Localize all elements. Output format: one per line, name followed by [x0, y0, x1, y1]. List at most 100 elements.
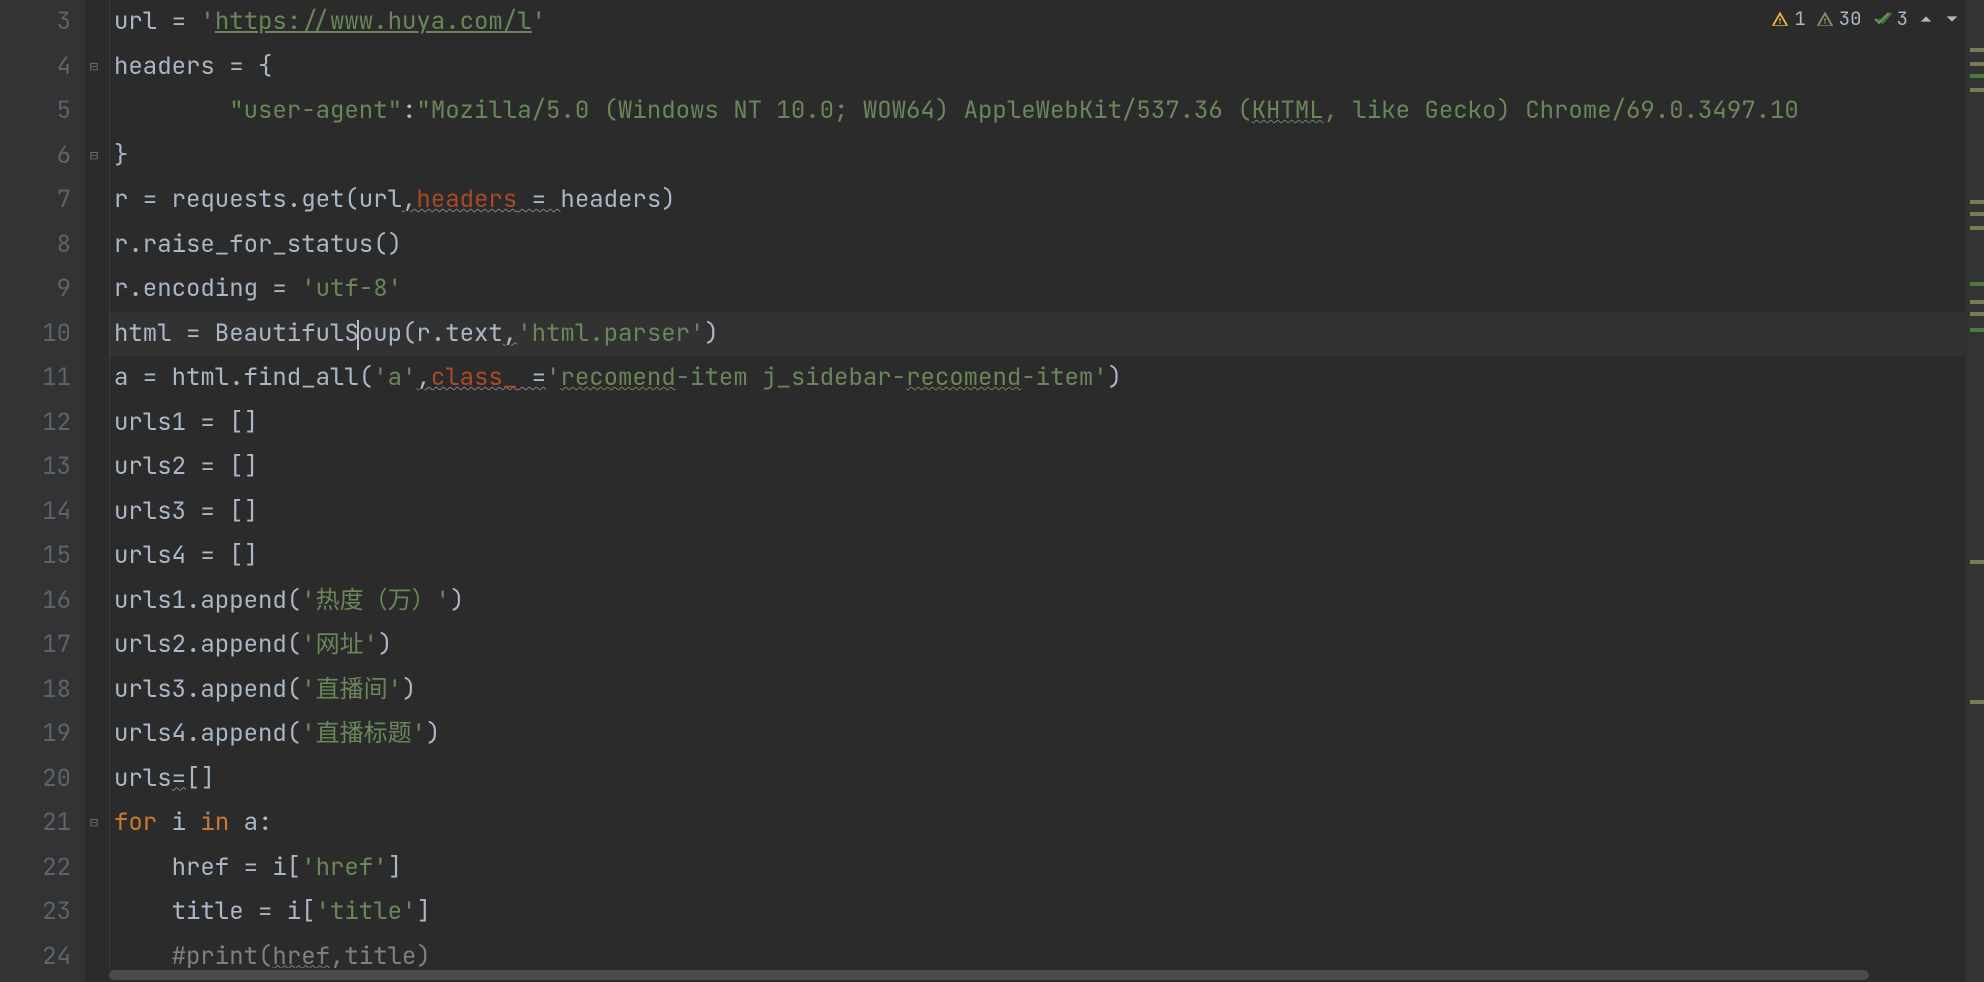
code-token: https://www.huya.com/l	[215, 6, 532, 37]
code-editor[interactable]: 3456789101112131415161718192021222324 ⊟⊟…	[0, 0, 1984, 982]
code-token	[114, 941, 172, 972]
code-token: html = BeautifulSoup(r.text	[114, 318, 503, 349]
line-number[interactable]: 12	[0, 401, 71, 446]
inspection-mark[interactable]	[1970, 282, 1984, 286]
line-number[interactable]: 22	[0, 846, 71, 891]
fold-toggle-icon[interactable]: ⊟	[87, 60, 101, 74]
line-number[interactable]: 5	[0, 89, 71, 134]
line-number[interactable]: 15	[0, 534, 71, 579]
code-token: urls4.append(	[114, 718, 301, 749]
code-line[interactable]: urls4 = []	[110, 534, 1984, 579]
code-token: ,	[503, 318, 517, 349]
line-number[interactable]: 10	[0, 312, 71, 357]
line-number[interactable]: 4	[0, 45, 71, 90]
code-token: "Mozilla/5.0 (Windows NT 10.0; WOW64) Ap…	[416, 95, 1251, 126]
code-line[interactable]: urls=[]	[110, 757, 1984, 802]
code-line[interactable]: "user-agent":"Mozilla/5.0 (Windows NT 10…	[110, 89, 1984, 134]
inspection-mark[interactable]	[1970, 560, 1984, 564]
line-number[interactable]: 13	[0, 445, 71, 490]
code-token: recomend	[560, 362, 675, 393]
code-line[interactable]: urls2.append('网址')	[110, 623, 1984, 668]
code-token: (	[359, 362, 373, 393]
inspection-warning-strong[interactable]: 1	[1771, 0, 1805, 41]
code-token: )	[426, 718, 440, 749]
code-line[interactable]: r.raise_for_status()	[110, 223, 1984, 268]
inspection-typo[interactable]: 3	[1872, 0, 1908, 41]
inspection-mark[interactable]	[1970, 48, 1984, 52]
line-number[interactable]: 20	[0, 757, 71, 802]
fold-toggle-icon[interactable]: ⊟	[87, 149, 101, 163]
inspection-warning-weak[interactable]: 30	[1816, 0, 1862, 41]
code-line[interactable]: urls1.append('热度（万）')	[110, 579, 1984, 624]
code-line[interactable]: }	[110, 134, 1984, 179]
code-line[interactable]: for i in a:	[110, 801, 1984, 846]
code-token: '直播间'	[301, 674, 402, 705]
line-number[interactable]: 7	[0, 178, 71, 223]
inspection-prev[interactable]	[1918, 11, 1934, 27]
code-token: '	[200, 6, 214, 37]
code-line[interactable]: urls3.append('直播间')	[110, 668, 1984, 713]
code-token: )	[378, 629, 392, 660]
line-number[interactable]: 3	[0, 0, 71, 45]
inspection-stripe[interactable]	[1966, 0, 1984, 982]
line-number[interactable]: 14	[0, 490, 71, 535]
code-token: )	[402, 674, 416, 705]
code-token: []	[186, 763, 215, 794]
inspection-next[interactable]	[1944, 11, 1960, 27]
code-line[interactable]: urls2 = []	[110, 445, 1984, 490]
chevron-up-icon	[1918, 11, 1934, 27]
line-number[interactable]: 8	[0, 223, 71, 268]
code-line[interactable]: urls1 = []	[110, 401, 1984, 446]
line-number[interactable]: 19	[0, 712, 71, 757]
inspection-summary-bar[interactable]: 1 30 3	[1771, 4, 1960, 34]
code-line[interactable]: html = BeautifulSoup(r.text,'html.parser…	[110, 312, 1984, 357]
line-number[interactable]: 17	[0, 623, 71, 668]
line-number-gutter[interactable]: 3456789101112131415161718192021222324	[0, 0, 85, 982]
code-token: "user-agent"	[229, 95, 402, 126]
code-line[interactable]: urls3 = []	[110, 490, 1984, 535]
line-number[interactable]: 6	[0, 134, 71, 179]
inspection-mark[interactable]	[1970, 200, 1984, 204]
fold-gutter[interactable]: ⊟ ⊟ ⊟	[85, 0, 110, 982]
inspection-mark[interactable]	[1970, 74, 1984, 78]
code-token: a = html.	[114, 362, 244, 393]
code-token: =	[517, 184, 560, 215]
line-number[interactable]: 11	[0, 356, 71, 401]
code-token: r.raise_for_status()	[114, 229, 402, 260]
inspection-mark[interactable]	[1970, 328, 1984, 332]
code-line[interactable]: r = requests.get(url,headers = headers)	[110, 178, 1984, 223]
inspection-mark[interactable]	[1970, 212, 1984, 216]
code-line[interactable]: url = 'https://www.huya.com/l'	[110, 0, 1984, 45]
code-token: find_all	[244, 362, 359, 393]
code-token: -item j_sidebar-	[676, 362, 906, 393]
code-line[interactable]: title = i['title']	[110, 890, 1984, 935]
typo-check-icon	[1872, 10, 1892, 28]
line-number[interactable]: 16	[0, 579, 71, 624]
horizontal-scrollbar-thumb[interactable]	[109, 970, 1869, 980]
code-line[interactable]: urls4.append('直播标题')	[110, 712, 1984, 757]
code-line[interactable]: href = i['href']	[110, 846, 1984, 891]
inspection-mark[interactable]	[1970, 88, 1984, 92]
horizontal-scrollbar[interactable]	[109, 968, 1956, 982]
inspection-mark[interactable]	[1970, 312, 1984, 316]
code-line[interactable]: a = html.find_all('a',class_ ='recomend-…	[110, 356, 1984, 401]
line-number[interactable]: 23	[0, 890, 71, 935]
code-line[interactable]: headers = {	[110, 45, 1984, 90]
line-number[interactable]: 18	[0, 668, 71, 713]
code-token: 'href'	[301, 852, 387, 883]
line-number[interactable]: 9	[0, 267, 71, 312]
code-token: class_	[431, 362, 517, 393]
code-area[interactable]: url = 'https://www.huya.com/l'headers = …	[110, 0, 1984, 982]
inspection-mark[interactable]	[1970, 226, 1984, 230]
line-number[interactable]: 21	[0, 801, 71, 846]
fold-toggle-icon[interactable]: ⊟	[87, 816, 101, 830]
code-token: #print(	[172, 941, 273, 972]
inspection-mark[interactable]	[1970, 300, 1984, 304]
code-token: r.encoding =	[114, 273, 301, 304]
code-token: href = i[	[114, 852, 301, 883]
line-number[interactable]: 24	[0, 935, 71, 980]
inspection-mark[interactable]	[1970, 62, 1984, 66]
code-line[interactable]: r.encoding = 'utf-8'	[110, 267, 1984, 312]
code-token: urls3.append(	[114, 674, 301, 705]
inspection-mark[interactable]	[1970, 700, 1984, 704]
